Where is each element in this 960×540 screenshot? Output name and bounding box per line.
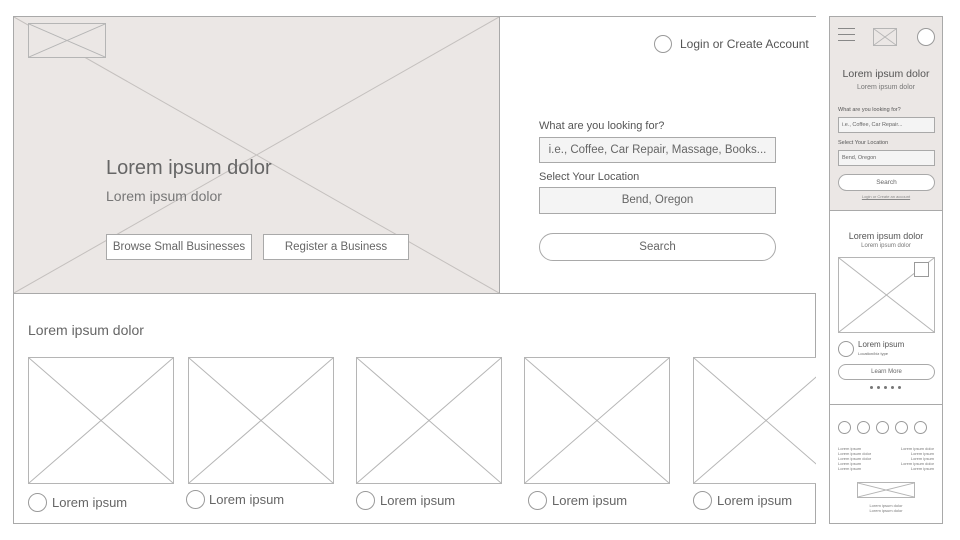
card-image-placeholder-icon[interactable] (356, 357, 502, 484)
location-input[interactable]: Bend, Oregon (838, 150, 935, 166)
card-label[interactable]: Lorem ipsum (52, 495, 127, 510)
looking-for-input[interactable]: i.e., Coffee, Car Repair, Massage, Books… (539, 137, 776, 163)
favorite-checkbox[interactable] (914, 262, 929, 277)
hero-subtitle: Lorem ipsum dolor (106, 188, 222, 204)
card-avatar-icon (838, 341, 854, 357)
desktop-wireframe: Lorem ipsum dolor Lorem ipsum dolor Brow… (13, 16, 816, 524)
card-label[interactable]: Lorem ipsum (717, 493, 792, 508)
location-label: Select Your Location (838, 140, 889, 146)
footer-logo-placeholder-icon (857, 482, 915, 498)
mobile-wireframe: Lorem ipsum dolor Lorem ipsum dolor What… (829, 16, 943, 524)
carousel-dot[interactable] (891, 386, 894, 389)
logo-placeholder-icon[interactable] (873, 28, 897, 46)
footer-link[interactable]: Lorem ipsum (838, 466, 861, 471)
looking-for-input[interactable]: i.e., Coffee, Car Repair... (838, 117, 935, 133)
mobile-header: Lorem ipsum dolor Lorem ipsum dolor What… (830, 17, 942, 211)
footer-text: Lorem ipsum dolor (869, 508, 903, 513)
learn-more-button[interactable]: Learn More (838, 364, 935, 380)
search-button[interactable]: Search (838, 174, 935, 191)
social-circle-icon[interactable] (876, 421, 889, 434)
search-panel: Login or Create Account What are you loo… (500, 17, 816, 294)
card-avatar-icon (356, 491, 375, 510)
card-avatar-icon (28, 493, 47, 512)
card-label[interactable]: Lorem ipsum (552, 493, 627, 508)
carousel-dot[interactable] (877, 386, 880, 389)
card-business-type: Location/biz type (858, 351, 889, 356)
user-circle-icon[interactable] (654, 35, 672, 53)
carousel-dot[interactable] (870, 386, 873, 389)
hero-title: Lorem ipsum dolor (106, 157, 272, 179)
hamburger-menu-icon[interactable] (838, 28, 855, 41)
login-link[interactable]: Login or Create an account (830, 194, 942, 199)
logo-placeholder-icon[interactable] (28, 23, 106, 58)
looking-for-label: What are you looking for? (838, 107, 901, 113)
browse-businesses-button[interactable]: Browse Small Businesses (106, 234, 252, 260)
mobile-featured-card: Lorem ipsum dolor Lorem ipsum dolor Lore… (830, 212, 942, 405)
card-business-name[interactable]: Lorem ipsum (858, 340, 904, 349)
section-title: Lorem ipsum dolor (28, 322, 144, 338)
card-image-placeholder-icon[interactable] (693, 357, 816, 484)
social-circle-icon[interactable] (895, 421, 908, 434)
mobile-subtitle: Lorem ipsum dolor (857, 84, 915, 91)
card-section-title: Lorem ipsum dolor (848, 231, 924, 241)
card-section-subtitle: Lorem ipsum dolor (861, 243, 911, 249)
social-circle-icon[interactable] (838, 421, 851, 434)
search-button[interactable]: Search (539, 233, 776, 261)
register-business-button[interactable]: Register a Business (263, 234, 409, 260)
location-input[interactable]: Bend, Oregon (539, 187, 776, 214)
carousel-dot[interactable] (898, 386, 901, 389)
footer-link[interactable]: Lorem ipsum (911, 466, 934, 471)
card-avatar-icon (528, 491, 547, 510)
card-image-placeholder-icon[interactable] (28, 357, 174, 484)
location-label: Select Your Location (539, 171, 640, 183)
hero-background-image (14, 17, 499, 293)
featured-businesses-section: Lorem ipsum dolor Lorem ipsum Lorem ipsu… (14, 295, 816, 524)
social-circle-icon[interactable] (857, 421, 870, 434)
carousel-dot[interactable] (884, 386, 887, 389)
hero-banner: Lorem ipsum dolor Lorem ipsum dolor Brow… (14, 17, 500, 294)
mobile-title: Lorem ipsum dolor (842, 68, 930, 80)
card-avatar-icon (186, 490, 205, 509)
card-image-placeholder-icon[interactable] (188, 357, 334, 484)
card-image-placeholder-icon[interactable] (524, 357, 670, 484)
mobile-footer: Lorem ipsum Lorem ipsum dolor Lorem ipsu… (830, 406, 942, 523)
login-link[interactable]: Login or Create Account (680, 37, 809, 51)
card-label[interactable]: Lorem ipsum (380, 493, 455, 508)
card-avatar-icon (693, 491, 712, 510)
looking-for-label: What are you looking for? (539, 120, 665, 132)
social-circle-icon[interactable] (914, 421, 927, 434)
user-circle-icon[interactable] (917, 28, 935, 46)
card-label[interactable]: Lorem ipsum (209, 492, 284, 507)
